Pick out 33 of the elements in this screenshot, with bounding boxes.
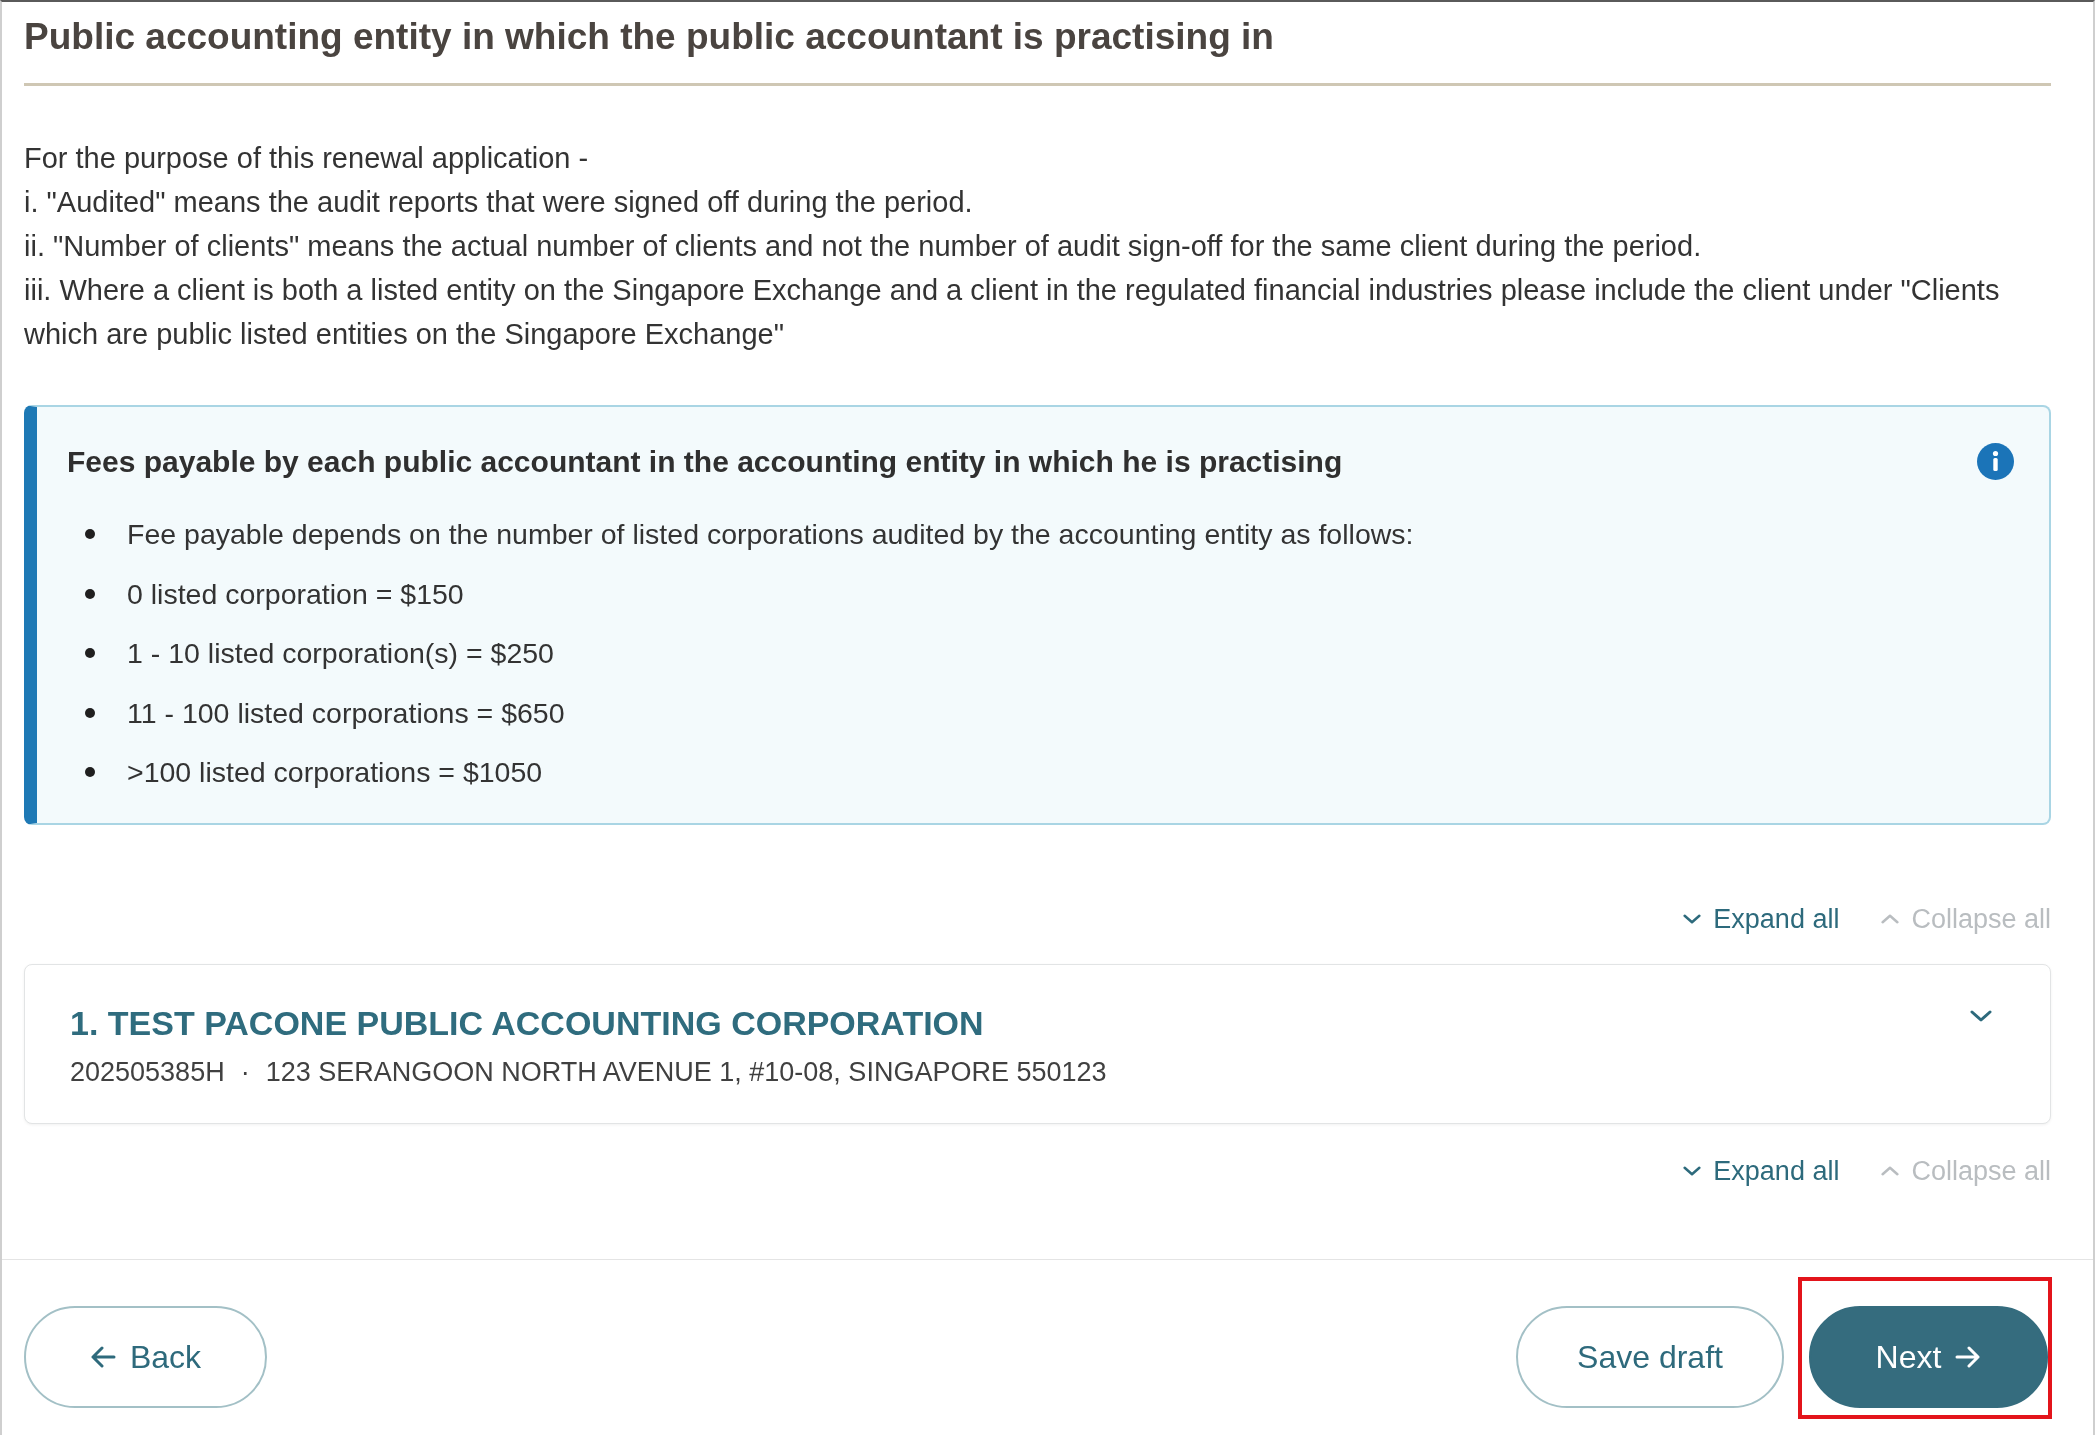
expand-all-link[interactable]: Expand all (1683, 900, 1840, 938)
list-item-text: Fee payable depends on the number of listed corporations audited by the accounting entity as follows: (127, 517, 1414, 552)
bullet-icon (85, 707, 95, 718)
bullet-icon (85, 648, 95, 658)
intro-text: For the purpose of this renewal application - (24, 141, 590, 176)
entity-name: 1. TEST PACONE PUBLIC ACCOUNTING CORPORATION (70, 1003, 985, 1044)
entity-address: 123 SERANGOON NORTH AVENUE 1, #10-08, SINGAPORE 550123 (265, 1056, 1107, 1089)
chevron-down-icon[interactable] (1970, 1009, 1992, 1023)
list-item-text: 1 - 10 listed corporation(s) = $250 (127, 636, 554, 671)
next-button[interactable]: Next (1809, 1306, 2048, 1408)
intro-text: ii. "Number of clients" means the actual number of clients and not the number of audit sign-off for the same client during the period. (24, 229, 1703, 264)
chevron-up-icon (1881, 1165, 1900, 1177)
list-item-text: 0 listed corporation = $150 (127, 576, 464, 612)
bullet-icon (85, 529, 95, 539)
entity-id: 202505385H (70, 1056, 225, 1089)
page-title: Public accounting entity in which the public accountant is practising in (24, 15, 1274, 59)
bullet-icon (85, 767, 95, 777)
list-item-text: 11 - 100 listed corporations = $650 (127, 695, 565, 731)
separator: · (240, 1056, 250, 1089)
bullet-icon (85, 588, 95, 599)
chevron-down-icon (1683, 913, 1702, 925)
back-button[interactable]: Back (24, 1306, 267, 1408)
info-icon (1977, 443, 2014, 480)
chevron-up-icon (1881, 913, 1900, 925)
arrow-right-icon (1955, 1346, 1982, 1368)
list-item-text: >100 listed corporations = $1050 (127, 755, 543, 790)
intro-text: iii. Where a client is both a listed entity on the Singapore Exchange and a client in the regulated financial industries please include the client under "Clients which are public listed entities on the Singapore Exchange" (24, 273, 2001, 352)
expand-all-link[interactable]: Expand all (1683, 1152, 1840, 1190)
intro-text: i. "Audited" means the audit reports that were signed off during the period. (24, 185, 974, 220)
info-panel-title: Fees payable by each public accountant in the accounting entity in which he is practising (67, 444, 1343, 479)
arrow-left-icon (89, 1346, 116, 1368)
save-draft-button[interactable]: Save draft (1516, 1306, 1784, 1408)
chevron-down-icon (1683, 1165, 1702, 1177)
